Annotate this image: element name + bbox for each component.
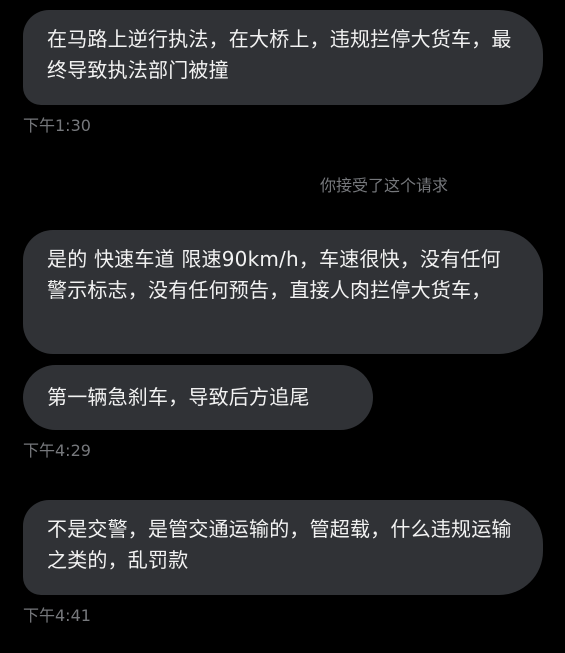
message-bubble[interactable]: 在马路上逆行执法，在大桥上，违规拦停大货车，最终导致执法部门被撞 (23, 10, 543, 105)
message-text: 不是交警，是管交通运输的，管超载，什么违规运输之类的，乱罚款 (47, 517, 512, 572)
message-bubble[interactable]: 不是交警，是管交通运输的，管超载，什么违规运输之类的，乱罚款 (23, 500, 543, 595)
message-text: 在马路上逆行执法，在大桥上，违规拦停大货车，最终导致执法部门被撞 (47, 27, 512, 82)
message-timestamp: 下午4:29 (23, 441, 91, 460)
message-timestamp: 下午4:41 (23, 606, 91, 625)
message-bubble[interactable]: 是的 快速车道 限速90km/h，车速很快，没有任何警示标志，没有任何预告，直接… (23, 230, 543, 354)
message-text: 是的 快速车道 限速90km/h，车速很快，没有任何警示标志，没有任何预告，直接… (47, 247, 501, 302)
request-accepted-notice: 你接受了这个请求 (320, 176, 449, 195)
message-bubble[interactable]: 第一辆急刹车，导致后方追尾 (23, 365, 373, 430)
message-timestamp: 下午1:30 (23, 116, 91, 135)
message-text: 第一辆急刹车，导致后方追尾 (47, 385, 310, 409)
